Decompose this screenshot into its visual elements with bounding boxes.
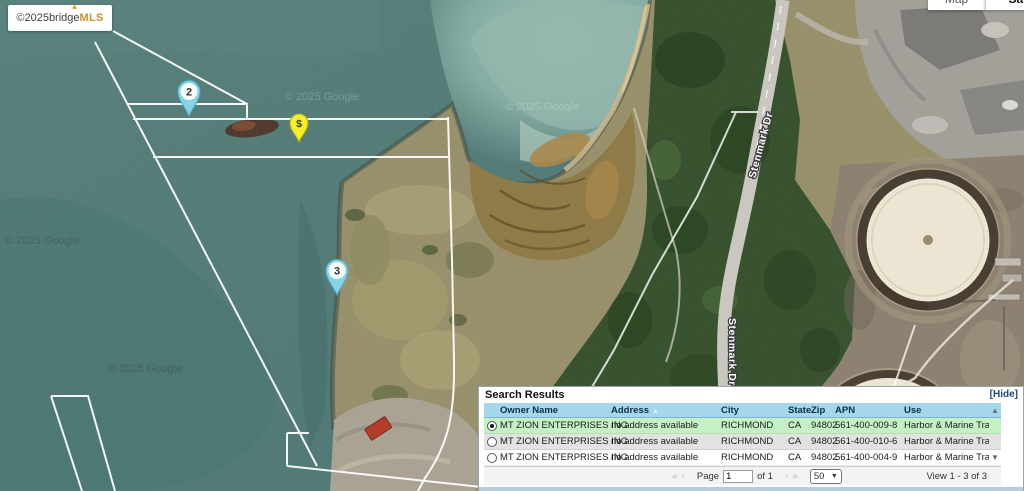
scroll-down-icon[interactable]: ▼ xyxy=(989,453,1001,462)
map-pin-price[interactable]: $ xyxy=(288,113,310,148)
horizontal-scrollbar[interactable] xyxy=(479,487,1023,491)
col-header-state[interactable]: State xyxy=(788,405,811,416)
bridgemls-flame-icon: ▴ xyxy=(72,1,77,12)
prev-page-button[interactable]: ‹ xyxy=(682,471,685,482)
row-2-zip: 94802 xyxy=(811,436,835,447)
view-range-text: View 1 - 3 of 3 xyxy=(926,471,987,482)
search-results-panel: Search Results [Hide] Owner Name Address… xyxy=(478,386,1024,491)
results-header-row: Owner Name Address▲ City State Zip APN U… xyxy=(484,403,1001,418)
result-row-3[interactable]: MT ZION ENTERPRISES INC no address avail… xyxy=(484,450,1001,466)
row-2-apn: 561-400-010-6 xyxy=(835,436,904,447)
col-header-address[interactable]: Address▲ xyxy=(611,405,721,416)
row-3-owner: MT ZION ENTERPRISES INC xyxy=(500,452,611,463)
row-1-owner: MT ZION ENTERPRISES INC xyxy=(500,420,611,431)
results-footer: « ‹ Page of 1 › » 50 ▼ View 1 - 3 of 3 xyxy=(484,466,1001,485)
attribution-copyright: ©2025 xyxy=(16,12,49,24)
next-page-button[interactable]: › xyxy=(785,471,788,482)
row-3-apn: 561-400-004-9 xyxy=(835,452,904,463)
scroll-up-icon[interactable]: ▲ xyxy=(989,406,1001,415)
result-row-1[interactable]: MT ZION ENTERPRISES INC no address avail… xyxy=(484,418,1001,434)
pagination: « ‹ Page of 1 › » 50 ▼ xyxy=(672,469,842,484)
row-1-zip: 94802 xyxy=(811,420,835,431)
col-header-apn[interactable]: APN xyxy=(835,405,904,416)
row-1-apn: 561-400-009-8 xyxy=(835,420,904,431)
row-3-address: no address available xyxy=(611,452,721,463)
results-table: Owner Name Address▲ City State Zip APN U… xyxy=(484,403,1001,466)
map-pin-3[interactable]: 3 xyxy=(323,258,351,301)
chevron-down-icon: ▼ xyxy=(831,473,838,480)
map-pin-2[interactable]: 2 xyxy=(175,79,203,122)
last-page-button[interactable]: » xyxy=(792,471,798,482)
panel-title: Search Results xyxy=(485,389,564,401)
row-2-state: CA xyxy=(788,436,811,447)
col-header-owner[interactable]: Owner Name xyxy=(500,405,611,416)
row-1-state: CA xyxy=(788,420,811,431)
row-2-owner: MT ZION ENTERPRISES INC xyxy=(500,436,611,447)
attribution-brand: bridge xyxy=(49,12,80,24)
page-of-label: of 1 xyxy=(757,471,773,482)
row-1-address: no address available xyxy=(611,420,721,431)
row-3-use: Harbor & Marine Transpor xyxy=(904,452,989,463)
row-3-zip: 94802 xyxy=(811,452,835,463)
row-2-use: Harbor & Marine Transpor xyxy=(904,436,989,447)
page-size-select[interactable]: 50 ▼ xyxy=(810,469,842,484)
panel-title-row: Search Results [Hide] xyxy=(479,387,1023,403)
first-page-button[interactable]: « xyxy=(672,471,678,482)
row-2-city: RICHMOND xyxy=(721,436,788,447)
result-row-2[interactable]: MT ZION ENTERPRISES INC no address avail… xyxy=(484,434,1001,450)
row-1-use: Harbor & Marine Transpor xyxy=(904,420,989,431)
page-size-value: 50 xyxy=(814,471,825,482)
pin-3-label: 3 xyxy=(334,266,340,278)
row-2-radio[interactable] xyxy=(487,437,497,447)
row-3-state: CA xyxy=(788,452,811,463)
bridgemls-attribution: ▴ ©2025 bridge MLS xyxy=(8,5,112,31)
row-3-city: RICHMOND xyxy=(721,452,788,463)
col-header-use[interactable]: Use xyxy=(904,405,989,416)
row-2-address: no address available xyxy=(611,436,721,447)
map-type-control: Map Satellite xyxy=(928,0,1024,10)
pin-price-label: $ xyxy=(296,118,302,130)
row-1-city: RICHMOND xyxy=(721,420,788,431)
map-view-button[interactable]: Map xyxy=(928,0,985,10)
sort-asc-icon: ▲ xyxy=(652,408,659,415)
page-number-input[interactable] xyxy=(723,470,753,483)
row-3-radio[interactable] xyxy=(487,453,497,463)
col-header-zip[interactable]: Zip xyxy=(811,405,835,416)
pin-2-label: 2 xyxy=(186,87,192,99)
row-1-radio[interactable] xyxy=(487,421,497,431)
attribution-brand-mls: MLS xyxy=(80,12,104,24)
satellite-view-button[interactable]: Satellite xyxy=(985,0,1024,10)
hide-link[interactable]: [Hide] xyxy=(990,389,1018,400)
map-viewport[interactable]: © 2025 Google © 2025 Google © 2025 Googl… xyxy=(0,0,1024,491)
col-header-city[interactable]: City xyxy=(721,405,788,416)
page-label: Page xyxy=(697,471,719,482)
